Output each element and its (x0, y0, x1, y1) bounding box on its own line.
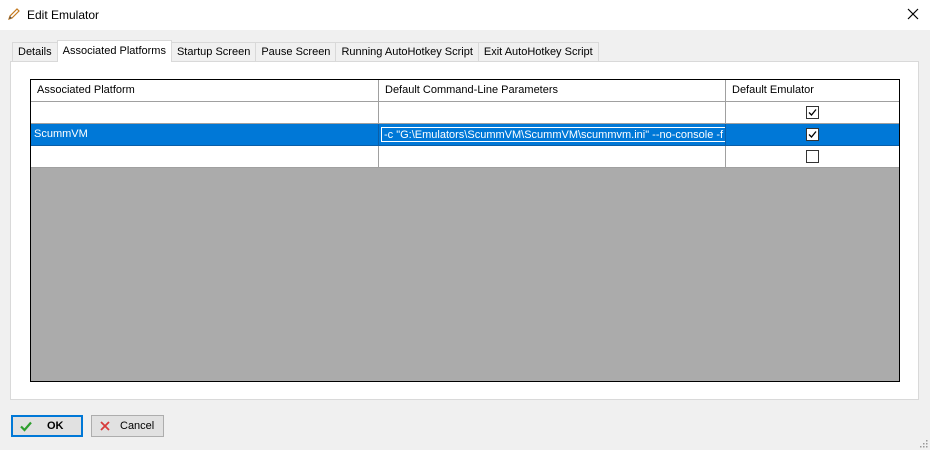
tab-startup-screen[interactable]: Startup Screen (170, 42, 257, 62)
default-emulator-checkbox[interactable] (806, 106, 819, 119)
column-header-platform[interactable]: Associated Platform (31, 80, 379, 102)
close-button[interactable] (896, 0, 930, 30)
window-title: Edit Emulator (27, 8, 100, 22)
platform-cell[interactable] (31, 102, 379, 124)
cancel-button[interactable]: Cancel (91, 415, 164, 437)
platform-cell[interactable] (31, 146, 379, 168)
cancel-button-label: Cancel (120, 420, 155, 432)
column-header-default[interactable]: Default Emulator (726, 80, 899, 102)
tab-exit-autohotkey-script[interactable]: Exit AutoHotkey Script (477, 42, 599, 62)
table-row[interactable] (31, 146, 899, 168)
grid-header: Associated Platform Default Command-Line… (31, 80, 899, 102)
platforms-grid: Associated Platform Default Command-Line… (30, 79, 900, 382)
ok-button[interactable]: OK (11, 415, 83, 437)
params-cell[interactable] (379, 146, 726, 168)
table-row[interactable]: ScummVM -c "G:\Emulators\ScummVM\ScummVM… (31, 124, 899, 146)
tab-running-autohotkey-script[interactable]: Running AutoHotkey Script (335, 42, 479, 62)
params-cell[interactable] (379, 102, 726, 124)
x-icon (98, 419, 112, 433)
tab-details[interactable]: Details (12, 42, 58, 62)
tab-strip: Details Associated Platforms Startup Scr… (12, 40, 599, 62)
title-bar: Edit Emulator (0, 0, 930, 30)
close-icon (907, 8, 919, 23)
default-emulator-checkbox[interactable] (806, 128, 819, 141)
tab-pause-screen[interactable]: Pause Screen (255, 42, 337, 62)
table-row[interactable] (31, 102, 899, 124)
default-cell (726, 146, 899, 168)
column-header-params[interactable]: Default Command-Line Parameters (379, 80, 726, 102)
tab-panel: Associated Platform Default Command-Line… (10, 61, 919, 400)
resize-grip-icon[interactable] (918, 438, 928, 448)
tab-associated-platforms[interactable]: Associated Platforms (56, 40, 172, 62)
platform-cell[interactable]: ScummVM (31, 124, 379, 146)
pencil-icon (7, 7, 21, 21)
ok-button-label: OK (47, 420, 64, 432)
checkmark-icon (19, 419, 33, 433)
params-edit-input[interactable]: -c "G:\Emulators\ScummVM\ScummVM\scummvm… (381, 127, 725, 142)
default-cell (726, 124, 899, 146)
default-emulator-checkbox[interactable] (806, 150, 819, 163)
params-cell[interactable]: -c "G:\Emulators\ScummVM\ScummVM\scummvm… (379, 124, 726, 146)
default-cell (726, 102, 899, 124)
